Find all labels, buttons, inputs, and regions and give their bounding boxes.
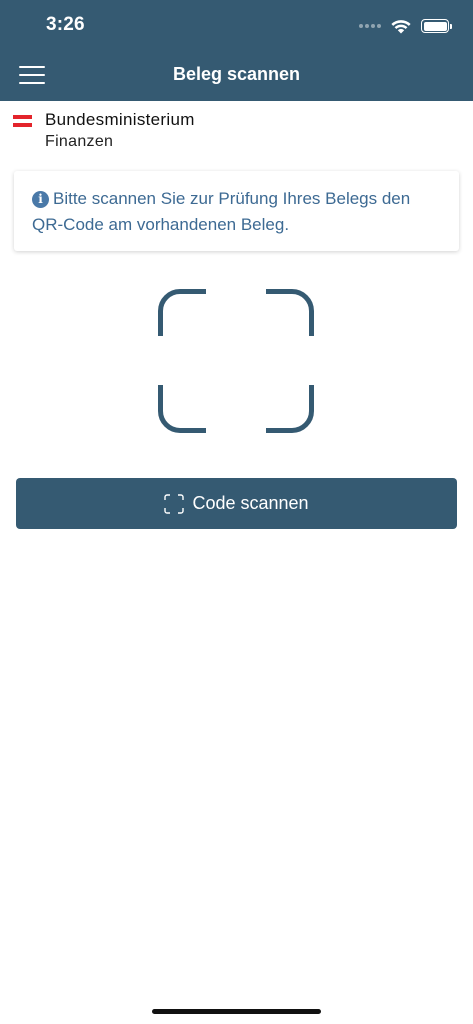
info-card: i Bitte scannen Sie zur Prüfung Ihres Bel… [14,171,459,251]
page-title: Beleg scannen [172,64,301,84]
austria-flag-icon [13,115,32,127]
status-time: 3:26 [46,14,85,35]
app-header: 3:26 Beleg scannen [0,0,473,101]
info-text: Bitte scannen Sie zur Prüfung Ihres Bele… [32,189,411,234]
info-icon: i [32,191,49,208]
battery-icon [421,19,452,33]
cellular-signal-icon [359,24,381,28]
scan-code-button-label: Code scannen [192,493,309,513]
scan-frame-icon [164,493,185,514]
wifi-icon [391,19,411,33]
scan-code-button[interactable]: Code scannen [16,478,457,529]
logo-text-line2: Finanzen [45,133,114,150]
qr-scan-frame-icon [158,289,314,433]
home-indicator[interactable] [152,1009,321,1014]
logo-text-line1: Bundesministerium [45,110,195,129]
status-icons [359,16,452,36]
